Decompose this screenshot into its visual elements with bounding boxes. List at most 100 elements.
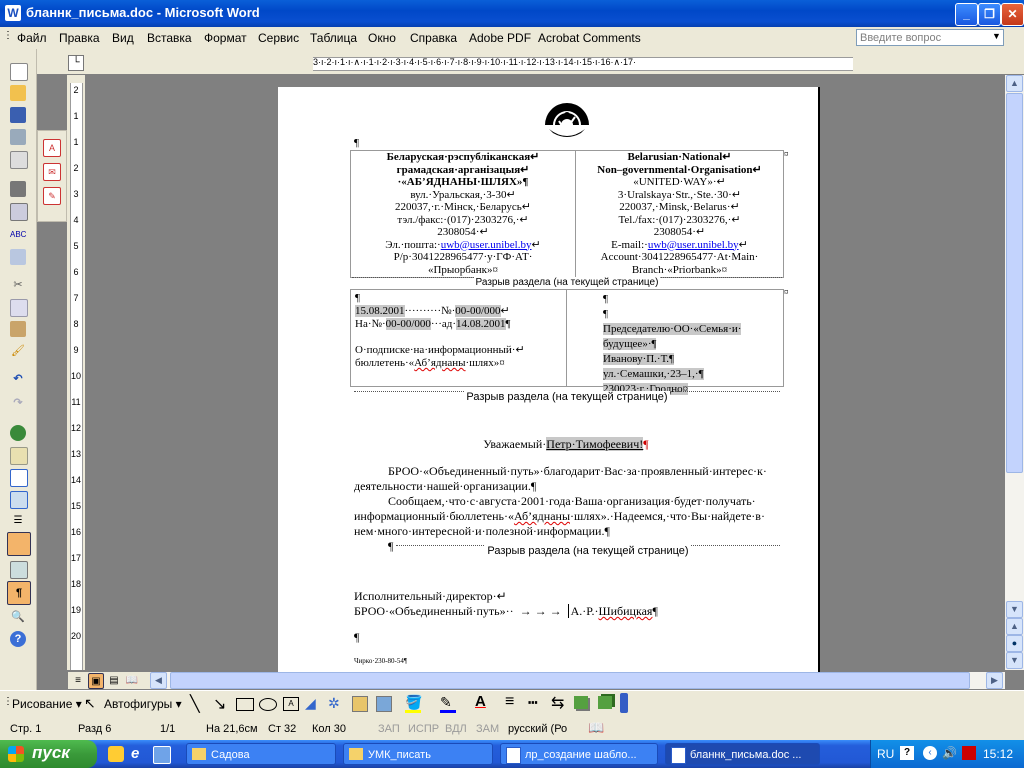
reading-layout-icon[interactable]: 📖	[124, 673, 140, 689]
menu-edit[interactable]: Правка	[59, 31, 100, 45]
scroll-left-icon[interactable]: ◀	[150, 672, 167, 689]
volume-icon[interactable]: 🔊	[942, 746, 957, 760]
greeting-name[interactable]: Петр·Тимофеевич!	[546, 437, 644, 451]
ref-date[interactable]: 14.08.2001	[456, 318, 506, 330]
format-painter-icon[interactable]: 🖌	[10, 343, 26, 359]
diagram-icon[interactable]: ✲	[328, 695, 340, 712]
line-style-icon[interactable]: ≡	[505, 693, 514, 711]
paste-icon[interactable]	[10, 321, 26, 337]
print-preview-icon[interactable]	[10, 203, 28, 221]
dash-style-icon[interactable]: ┅	[528, 693, 538, 713]
status-record[interactable]: ЗАП	[378, 723, 400, 735]
cut-icon[interactable]: ✂	[10, 277, 26, 293]
body-spelling-word[interactable]: Аб’яднаны	[514, 509, 570, 523]
insert-picture-icon[interactable]	[376, 696, 392, 712]
language-indicator[interactable]: RU	[877, 747, 894, 761]
status-language[interactable]: русский (Ро	[508, 723, 567, 735]
drawing-toggle-icon[interactable]	[7, 532, 31, 556]
email-link[interactable]: uwb@user.unibel.by	[648, 239, 739, 251]
scroll-down-icon[interactable]: ▼	[1006, 601, 1023, 618]
minimize-button[interactable]: _	[955, 3, 978, 26]
arrow-style-icon[interactable]: ⇆	[551, 693, 564, 713]
spelling-status-icon[interactable]: 📖	[588, 720, 604, 736]
subject-spelling-word[interactable]: Аб’яднаны	[414, 357, 465, 369]
status-overtype[interactable]: ЗАМ	[476, 723, 499, 735]
network-disconnected-icon[interactable]	[962, 746, 976, 760]
browse-object-icon[interactable]: ●	[1006, 635, 1023, 652]
redo-icon[interactable]: ↷	[10, 395, 26, 411]
permission-icon[interactable]	[10, 129, 26, 145]
task-sadova[interactable]: Садова	[186, 743, 336, 765]
show-formatting-icon[interactable]: ¶	[7, 581, 31, 605]
menu-view[interactable]: Вид	[112, 31, 134, 45]
language-help-icon[interactable]: ?	[900, 746, 914, 760]
tab-selector-icon[interactable]: └	[68, 55, 84, 71]
signature-surname[interactable]: Шибицкая	[598, 604, 652, 618]
rectangle-tool-icon[interactable]	[236, 698, 254, 711]
toolbar-options-icon[interactable]	[620, 693, 628, 713]
quicklaunch-ie-icon[interactable]: e	[131, 745, 139, 762]
help-question-input[interactable]: Введите вопрос	[856, 29, 1004, 46]
drawing-menu[interactable]: Рисование ▾	[12, 697, 82, 711]
spelling-icon[interactable]: ABC	[10, 227, 26, 243]
fill-color-icon[interactable]: 🪣	[405, 694, 422, 711]
menu-file[interactable]: Файл	[17, 31, 47, 45]
menu-window[interactable]: Окно	[368, 31, 396, 45]
quicklaunch-desktop-icon[interactable]	[153, 746, 171, 764]
menu-adobe-pdf[interactable]: Adobe PDF	[469, 31, 531, 45]
font-color-icon[interactable]: A	[475, 693, 486, 710]
previous-page-icon[interactable]: ▲	[1006, 618, 1023, 635]
outgoing-number[interactable]: 00-00/000	[455, 305, 501, 317]
scroll-right-icon[interactable]: ▶	[986, 672, 1003, 689]
recipient-street[interactable]: ул.·Семашки,·23–1,·¶	[603, 368, 704, 380]
convert-to-pdf-icon[interactable]: A	[43, 139, 61, 157]
web-view-icon[interactable]: ▣	[88, 673, 104, 689]
restore-button[interactable]: ❐	[978, 3, 1001, 26]
recipient-title[interactable]: Председателю·ОО·«Семья·и·	[603, 323, 742, 335]
columns-icon[interactable]: ☰	[10, 513, 26, 529]
start-button[interactable]: пуск	[0, 740, 97, 768]
tables-borders-icon[interactable]	[10, 447, 28, 465]
shadow-style-icon[interactable]	[574, 696, 588, 709]
insert-table-icon[interactable]	[10, 469, 28, 487]
hscroll-thumb[interactable]	[170, 672, 970, 689]
menu-format[interactable]: Формат	[204, 31, 247, 45]
status-track-changes[interactable]: ИСПР	[408, 723, 439, 735]
open-folder-icon[interactable]	[10, 85, 26, 101]
insert-excel-icon[interactable]	[10, 491, 28, 509]
menu-table[interactable]: Таблица	[310, 31, 357, 45]
line-tool-icon[interactable]: ╲	[190, 694, 200, 714]
close-button[interactable]: ✕	[1001, 3, 1024, 26]
help-icon[interactable]: ?	[10, 631, 26, 647]
normal-view-icon[interactable]: ≡	[70, 673, 86, 689]
task-umk[interactable]: УМК_писать	[343, 743, 493, 765]
print-icon[interactable]	[10, 181, 26, 197]
task-blank-letter[interactable]: бланнк_письма.doc ...	[665, 743, 820, 765]
undo-icon[interactable]: ↶	[10, 371, 26, 387]
scroll-up-icon[interactable]: ▲	[1006, 75, 1023, 92]
menu-acrobat-comments[interactable]: Acrobat Comments	[538, 31, 641, 45]
clock[interactable]: 15:12	[983, 747, 1013, 761]
pdf-review-icon[interactable]: ✎	[43, 187, 61, 205]
horizontal-scrollbar[interactable]: ◀ ▶	[150, 672, 1005, 689]
research-icon[interactable]	[10, 249, 26, 265]
document-page[interactable]: ¶ Беларуская·рэспубліканская↵ грамадская…	[278, 87, 820, 687]
quicklaunch-email-icon[interactable]	[108, 746, 124, 762]
wordart-icon[interactable]: ◢	[305, 695, 316, 712]
help-dropdown-icon[interactable]: ▼	[992, 31, 1001, 41]
menu-tools[interactable]: Сервис	[258, 31, 299, 45]
save-icon[interactable]	[10, 107, 26, 123]
outgoing-date[interactable]: 15.08.2001	[355, 305, 405, 317]
hyperlink-icon[interactable]	[10, 425, 26, 441]
clipart-icon[interactable]	[352, 696, 368, 712]
recipient-name[interactable]: Иванову·П.·Т.¶	[603, 353, 674, 365]
word-app-icon[interactable]: W	[5, 5, 21, 21]
text-box-icon[interactable]: A	[283, 697, 299, 711]
line-color-icon[interactable]: ✎	[440, 694, 452, 711]
ruler-ticks[interactable]: 3·ı·2·ı·1·ı·∧·ı·1·ı·2·ı·3·ı·4·ı·5·ı·6·ı·…	[313, 57, 636, 68]
email-icon[interactable]	[10, 151, 28, 169]
autoshapes-menu[interactable]: Автофигуры ▾	[104, 697, 182, 711]
document-map-icon[interactable]	[10, 561, 28, 579]
arrow-tool-icon[interactable]: ↘	[213, 694, 226, 714]
scroll-thumb[interactable]	[1006, 93, 1023, 473]
